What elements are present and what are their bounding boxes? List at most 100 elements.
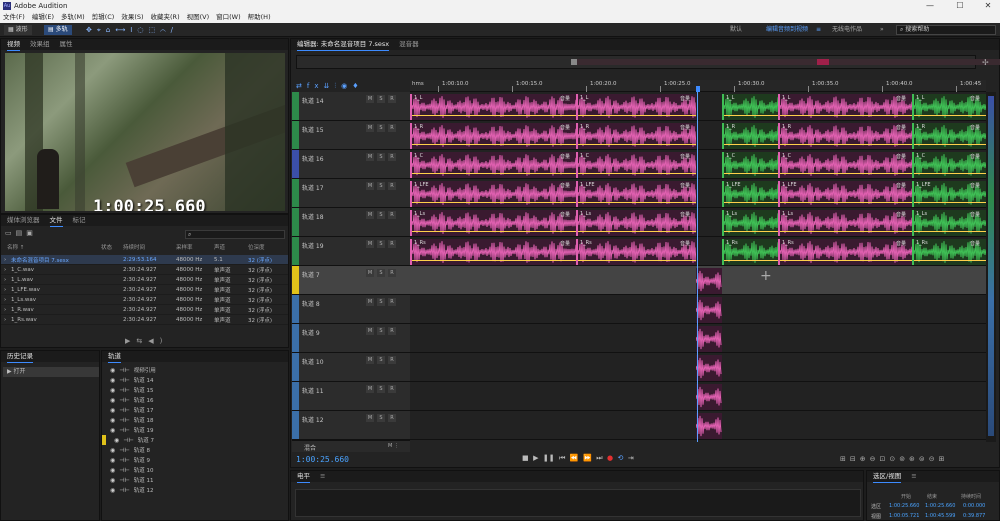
track-list-item[interactable]: ◉ ⊣⊢ 轨道 9 xyxy=(102,455,288,465)
solo-button[interactable]: S xyxy=(377,327,385,335)
record-arm-button[interactable]: R xyxy=(388,182,396,190)
col-status[interactable]: 状态 xyxy=(101,243,112,251)
track-lane[interactable]: 1_Rs 音量 1_Rs 音量 1_Rs 1_Rs 音量 1_Rs 音量 xyxy=(410,237,986,266)
track-lane[interactable] xyxy=(410,266,986,295)
view-end-value[interactable]: 1:00:45.599 xyxy=(925,513,955,519)
col-rate[interactable]: 采样率 xyxy=(176,243,193,251)
track-list-item[interactable]: ◉ ⊣⊢ 轨道 8 xyxy=(102,445,288,455)
solo-button[interactable]: S xyxy=(377,95,385,103)
track-list-item[interactable]: ◉ ⊣⊢ 轨道 16 xyxy=(102,395,288,405)
col-depth[interactable]: 位深度 xyxy=(248,243,265,251)
eye-icon[interactable]: ◉ xyxy=(110,387,115,394)
eye-icon[interactable]: ◉ xyxy=(110,467,115,474)
eye-icon[interactable]: ◉ xyxy=(110,477,115,484)
record-arm-button[interactable]: R xyxy=(388,211,396,219)
track-header[interactable]: 轨道 19 MSR xyxy=(292,237,410,266)
tab-video[interactable]: 视频 xyxy=(7,39,20,51)
chevron-right-icon[interactable]: › xyxy=(4,267,6,273)
file-row[interactable]: 1_Ls.wav 2:30:24.927 48000 Hz 单声道 32 (浮点) › xyxy=(1,295,288,305)
record-arm-button[interactable]: R xyxy=(388,298,396,306)
record-arm-button[interactable]: R xyxy=(388,124,396,132)
record-arm-button[interactable]: R xyxy=(388,327,396,335)
audio-clip[interactable]: 1_Ls 音量 xyxy=(912,210,986,236)
menu-favorites[interactable]: 收藏夹(R) xyxy=(151,12,180,23)
file-row[interactable]: 1_L.wav 2:30:24.927 48000 Hz 单声道 32 (浮点) › xyxy=(1,275,288,285)
skip-button[interactable]: ⇥ xyxy=(628,454,634,462)
solo-button[interactable]: S xyxy=(377,414,385,422)
workspace-menu-icon[interactable]: ≡ xyxy=(816,25,821,35)
solo-button[interactable]: S xyxy=(377,385,385,393)
view-dur-value[interactable]: 0:39.877 xyxy=(963,513,985,519)
track-header[interactable]: 轨道 15 MSR xyxy=(292,121,410,150)
eye-icon[interactable]: ◉ xyxy=(110,457,115,464)
solo-button[interactable]: S xyxy=(377,182,385,190)
audio-clip[interactable]: 1_C 音量 xyxy=(410,152,576,178)
mute-button[interactable]: M xyxy=(366,356,374,364)
audio-clip[interactable]: 1_C 音量 xyxy=(576,152,696,178)
view-start-value[interactable]: 1:00:05.721 xyxy=(889,513,919,519)
track-header[interactable]: 轨道 12 MSR xyxy=(292,411,410,440)
solo-button[interactable]: S xyxy=(377,298,385,306)
loop-button[interactable]: ⟲ xyxy=(618,454,624,462)
chevron-right-icon[interactable]: › xyxy=(4,287,6,293)
solo-button[interactable]: S xyxy=(377,269,385,277)
track-header[interactable]: 轨道 14 MSR xyxy=(292,92,410,121)
audio-clip[interactable] xyxy=(696,384,722,410)
eye-icon[interactable]: ◉ xyxy=(110,417,115,424)
mute-button[interactable]: M xyxy=(366,211,374,219)
solo-button[interactable]: S xyxy=(377,356,385,364)
mute-button[interactable]: M xyxy=(366,95,374,103)
rewind-button[interactable]: ⏪ xyxy=(570,454,579,462)
track-lane[interactable]: 1_R 音量 1_R 音量 1_R 1_R 音量 1_R 音量 xyxy=(410,121,986,150)
audio-clip[interactable]: 1_LFE 音量 xyxy=(410,181,576,207)
audio-clip[interactable]: 1_L 音量 xyxy=(912,94,986,120)
track-lane[interactable]: 1_L 音量 1_L 音量 1_L 1_L 音量 1_L 音量 xyxy=(410,92,986,121)
track-header[interactable]: 轨道 17 MSR xyxy=(292,179,410,208)
audio-clip[interactable]: 1_LFE 音量 xyxy=(576,181,696,207)
record-arm-button[interactable]: R xyxy=(388,414,396,422)
close-button[interactable]: ✕ xyxy=(978,0,998,12)
audio-clip[interactable]: 1_Rs xyxy=(722,239,778,265)
track-lane[interactable] xyxy=(410,411,986,440)
track-lane[interactable]: 1_C 音量 1_C 音量 1_C 1_C 音量 1_C 音量 xyxy=(410,150,986,179)
chevron-right-icon[interactable]: › xyxy=(4,257,6,263)
stop-button[interactable]: ■ xyxy=(522,454,529,462)
tool-icons[interactable]: ✥⌖⌂⟷I◌⬚⌒/ xyxy=(86,25,246,35)
audio-clip[interactable] xyxy=(696,326,722,352)
col-name[interactable]: 名称 ↑ xyxy=(7,243,24,251)
file-row[interactable]: 未命名混音项目 7.sesx 2:29:53.164 48000 Hz 5.1 32 (… xyxy=(1,255,288,265)
audio-clip[interactable]: 1_Ls 音量 xyxy=(576,210,696,236)
forward-button[interactable]: ⏩ xyxy=(583,454,592,462)
mix-track-header[interactable]: 混合 M ⋮ xyxy=(292,440,410,452)
record-arm-button[interactable]: R xyxy=(388,153,396,161)
track-list-item[interactable]: ◉ ⊣⊢ 轨道 7 xyxy=(102,435,288,445)
track-list-item[interactable]: ◉ ⊣⊢ 轨道 11 xyxy=(102,475,288,485)
eye-icon[interactable]: ◉ xyxy=(114,437,119,444)
audio-clip[interactable]: 1_C 音量 xyxy=(778,152,912,178)
go-start-button[interactable]: ⏮ xyxy=(559,454,565,462)
audio-clip[interactable]: 1_L xyxy=(722,94,778,120)
maximize-button[interactable]: ☐ xyxy=(950,0,970,12)
audio-clip[interactable]: 1_Rs 音量 xyxy=(912,239,986,265)
track-lane[interactable]: 1_LFE 音量 1_LFE 音量 1_LFE 1_LFE 音量 1_LFE 音量 xyxy=(410,179,986,208)
record-arm-button[interactable]: R xyxy=(388,95,396,103)
audio-clip[interactable]: 1_Ls 音量 xyxy=(410,210,576,236)
mute-button[interactable]: M xyxy=(366,124,374,132)
solo-button[interactable]: S xyxy=(377,153,385,161)
file-row[interactable]: 1_R.wav 2:30:24.927 48000 Hz 单声道 32 (浮点) › xyxy=(1,305,288,315)
sel-end-value[interactable]: 1:00:25.660 xyxy=(925,503,955,509)
tab-mixer[interactable]: 混音器 xyxy=(399,39,419,50)
meter-title[interactable]: 电平 xyxy=(297,471,310,483)
track-header[interactable]: 轨道 10 MSR xyxy=(292,353,410,382)
menu-multitrack[interactable]: 多轨(M) xyxy=(61,12,85,23)
search-help-input[interactable]: ⌕ 搜索帮助 xyxy=(896,25,996,35)
audio-clip[interactable]: 1_L 音量 xyxy=(410,94,576,120)
audio-clip[interactable]: 1_Rs 音量 xyxy=(778,239,912,265)
mute-button[interactable]: M xyxy=(366,182,374,190)
tab-media-browser[interactable]: 媒体浏览器 xyxy=(7,215,40,226)
record-arm-button[interactable]: R xyxy=(388,385,396,393)
track-list-item[interactable]: ◉ ⊣⊢ 轨道 18 xyxy=(102,415,288,425)
pause-button[interactable]: ❚❚ xyxy=(543,454,555,462)
files-toolbar-icons[interactable]: ▭▤▣ xyxy=(5,229,37,237)
overview-bar[interactable] xyxy=(296,55,1000,69)
